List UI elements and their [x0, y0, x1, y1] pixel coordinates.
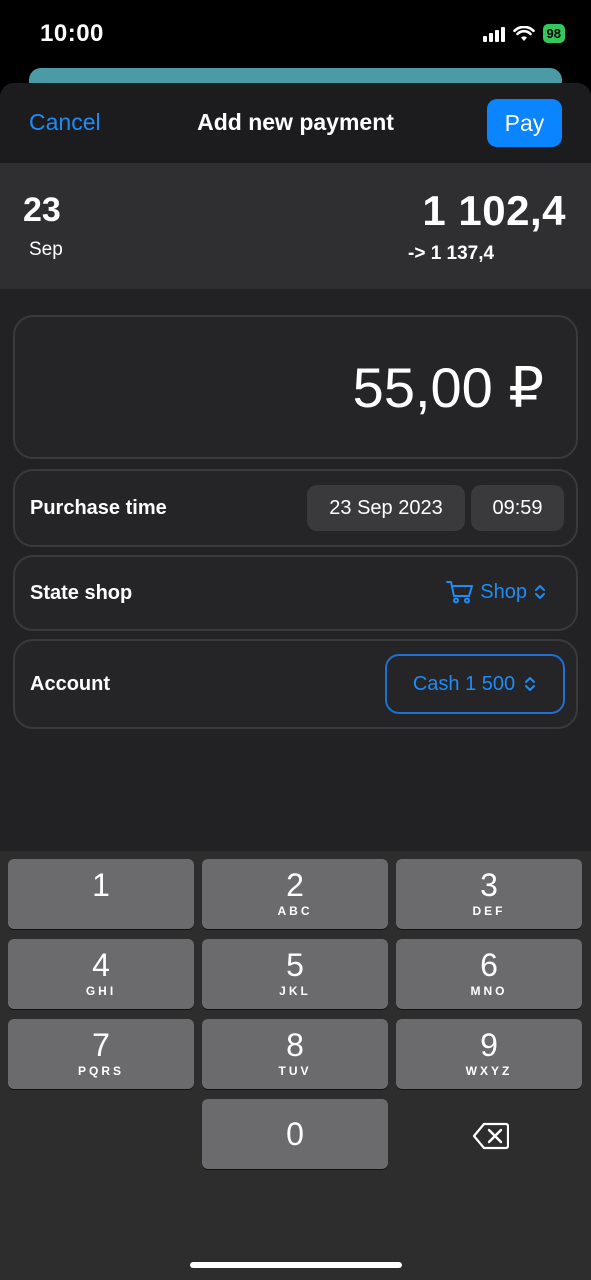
- time-picker[interactable]: 09:59: [471, 485, 564, 531]
- key-number: 3: [480, 867, 498, 903]
- summary-balance-after: -> 1 137,4: [408, 243, 495, 264]
- battery-icon: 98: [542, 24, 565, 43]
- delete-key[interactable]: [396, 1101, 586, 1171]
- account-row: Account Cash 1 500: [13, 639, 578, 729]
- status-icons: 98: [482, 24, 565, 43]
- nav-bar: Cancel Add new payment Pay: [0, 83, 591, 163]
- key-number: 1: [92, 867, 110, 903]
- pay-button[interactable]: Pay: [487, 99, 562, 147]
- summary-balance: 1 102,4: [422, 187, 566, 234]
- key-number: 0: [286, 1116, 304, 1152]
- backspace-icon: [473, 1122, 509, 1150]
- key-8[interactable]: 8 TUV: [202, 1019, 388, 1089]
- chevron-up-down-icon: [535, 585, 545, 599]
- key-letters: JKL: [279, 984, 311, 998]
- cart-icon: [446, 581, 474, 604]
- purchase-time-label: Purchase time: [30, 497, 167, 519]
- key-letters: MNO: [470, 984, 508, 998]
- account-label: Account: [30, 673, 110, 695]
- key-letters: DEF: [472, 904, 506, 918]
- summary-month: Sep: [29, 239, 63, 260]
- key-letters: GHI: [85, 984, 117, 998]
- chevron-up-down-icon: [525, 677, 536, 691]
- account-picker[interactable]: Cash 1 500: [385, 654, 565, 714]
- key-number: 9: [480, 1027, 498, 1063]
- key-letters: WXYZ: [465, 1064, 513, 1078]
- amount-value: 55,00 ₽: [352, 356, 544, 419]
- key-5[interactable]: 5 JKL: [202, 939, 388, 1009]
- key-1[interactable]: 1: [8, 859, 194, 929]
- key-number: 7: [92, 1027, 110, 1063]
- key-letters: ABC: [277, 904, 313, 918]
- signal-icon: [482, 26, 505, 42]
- key-6[interactable]: 6 MNO: [396, 939, 582, 1009]
- add-payment-sheet: Cancel Add new payment Pay 23 Sep 1 102,…: [0, 83, 591, 1280]
- purchase-time-row: Purchase time 23 Sep 2023 09:59: [13, 469, 578, 547]
- amount-field[interactable]: 55,00 ₽: [13, 315, 578, 459]
- key-number: 4: [92, 947, 110, 983]
- key-7[interactable]: 7 PQRS: [8, 1019, 194, 1089]
- key-0[interactable]: 0: [202, 1099, 388, 1169]
- numeric-keypad: 1 2 ABC 3 DEF 4 GHI 5 JKL 6 MNO 7 PQRS 8: [0, 851, 591, 1280]
- key-letters: TUV: [278, 1064, 312, 1078]
- key-3[interactable]: 3 DEF: [396, 859, 582, 929]
- key-number: 5: [286, 947, 304, 983]
- shop-picker[interactable]: Shop: [446, 580, 547, 604]
- home-indicator: [190, 1262, 402, 1268]
- status-time: 10:00: [40, 20, 104, 47]
- account-value: Cash 1 500: [412, 672, 516, 695]
- key-4[interactable]: 4 GHI: [8, 939, 194, 1009]
- shop-row: State shop Shop: [13, 555, 578, 631]
- key-number: 8: [286, 1027, 304, 1063]
- wifi-icon: [512, 25, 535, 41]
- status-bar: 10:00 98: [0, 0, 591, 68]
- key-number: 6: [480, 947, 498, 983]
- key-number: 2: [286, 867, 304, 903]
- balance-summary: 23 Sep 1 102,4: [0, 163, 591, 289]
- summary-day: 23: [23, 191, 61, 229]
- shop-label: State shop: [30, 582, 133, 604]
- key-9[interactable]: 9 WXYZ: [396, 1019, 582, 1089]
- key-letters: PQRS: [77, 1064, 124, 1078]
- key-2[interactable]: 2 ABC: [202, 859, 388, 929]
- date-picker[interactable]: 23 Sep 2023: [307, 485, 465, 531]
- shop-value: Shop: [480, 580, 527, 603]
